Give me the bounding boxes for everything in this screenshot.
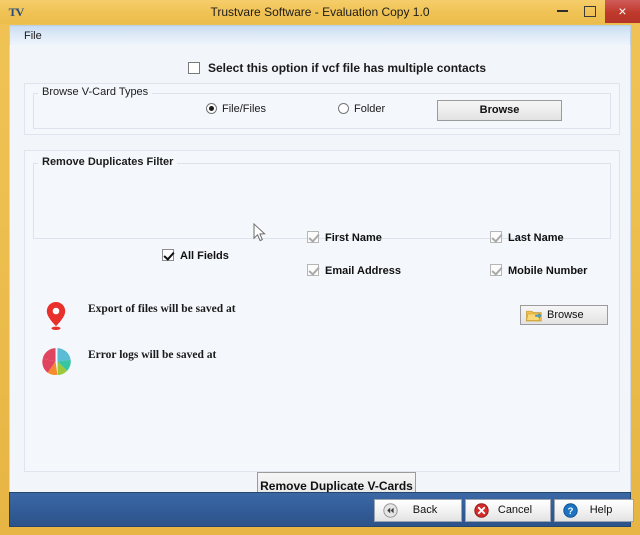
footer-bar: Back Cancel ? Help — [9, 492, 634, 527]
maximize-button[interactable] — [577, 0, 603, 23]
checkbox-first-name-label: First Name — [325, 232, 382, 244]
multiple-contacts-checkbox[interactable] — [188, 62, 200, 74]
radio-file-files-indicator[interactable] — [206, 103, 217, 114]
error-log-path-label: Error logs will be saved at — [88, 349, 217, 361]
multiple-contacts-option[interactable]: Select this option if vcf file has multi… — [188, 61, 486, 75]
minimize-icon — [556, 9, 568, 12]
export-path-label: Export of files will be saved at — [88, 303, 236, 315]
duplicates-filter-title: Remove Duplicates Filter — [38, 156, 178, 168]
checkbox-mobile-number[interactable]: Mobile Number — [490, 264, 587, 277]
back-button[interactable]: Back — [374, 499, 462, 522]
help-button-label: Help — [589, 504, 613, 516]
checkbox-email-address-label: Email Address — [325, 265, 402, 277]
checkbox-all-fields[interactable]: All Fields — [162, 249, 229, 262]
close-circle-icon — [474, 503, 489, 518]
browse-export-path-button[interactable]: Browse — [520, 305, 608, 325]
duplicates-groupbox — [33, 163, 611, 239]
cancel-button[interactable]: Cancel — [465, 499, 551, 522]
title-bar: TV Trustvare Software - Evaluation Copy … — [0, 0, 640, 24]
help-button[interactable]: ? Help — [554, 499, 634, 522]
svg-text:?: ? — [568, 506, 574, 517]
cancel-button-label: Cancel — [497, 504, 533, 516]
pie-chart-icon — [42, 348, 71, 376]
application-window: TV Trustvare Software - Evaluation Copy … — [0, 0, 640, 535]
checkbox-first-name-indicator[interactable] — [307, 231, 319, 243]
checkbox-email-address[interactable]: Email Address — [307, 264, 401, 277]
checkbox-mobile-number-indicator[interactable] — [490, 264, 502, 276]
rewind-icon — [383, 503, 398, 518]
radio-folder[interactable]: Folder — [338, 103, 385, 115]
client-area: Select this option if vcf file has multi… — [9, 45, 631, 501]
checkbox-last-name-label: Last Name — [508, 232, 564, 244]
radio-file-files-label: File/Files — [222, 103, 267, 115]
folder-icon — [526, 310, 542, 322]
back-button-label: Back — [412, 504, 438, 516]
checkbox-mobile-number-label: Mobile Number — [508, 265, 588, 277]
checkbox-last-name-indicator[interactable] — [490, 231, 502, 243]
menu-item-file[interactable]: File — [18, 28, 48, 44]
radio-folder-indicator[interactable] — [338, 103, 349, 114]
minimize-button[interactable] — [549, 0, 575, 23]
radio-file-files[interactable]: File/Files — [206, 103, 266, 115]
browse-types-title: Browse V-Card Types — [38, 86, 153, 98]
browse-export-path-label: Browse — [547, 309, 584, 321]
multiple-contacts-label: Select this option if vcf file has multi… — [208, 61, 487, 75]
checkbox-first-name[interactable]: First Name — [307, 231, 382, 244]
window-title: Trustvare Software - Evaluation Copy 1.0 — [210, 5, 430, 19]
maximize-icon — [584, 5, 596, 17]
checkbox-email-address-indicator[interactable] — [307, 264, 319, 276]
checkbox-all-fields-label: All Fields — [180, 250, 229, 262]
checkbox-all-fields-indicator[interactable] — [162, 249, 174, 261]
radio-folder-label: Folder — [354, 103, 386, 115]
question-circle-icon: ? — [563, 503, 578, 518]
close-button[interactable]: × — [605, 0, 640, 23]
browse-vcard-button[interactable]: Browse — [437, 100, 562, 121]
location-pin-icon — [46, 302, 66, 330]
menu-bar: File — [9, 25, 631, 45]
mouse-cursor — [253, 223, 266, 242]
checkbox-last-name[interactable]: Last Name — [490, 231, 564, 244]
